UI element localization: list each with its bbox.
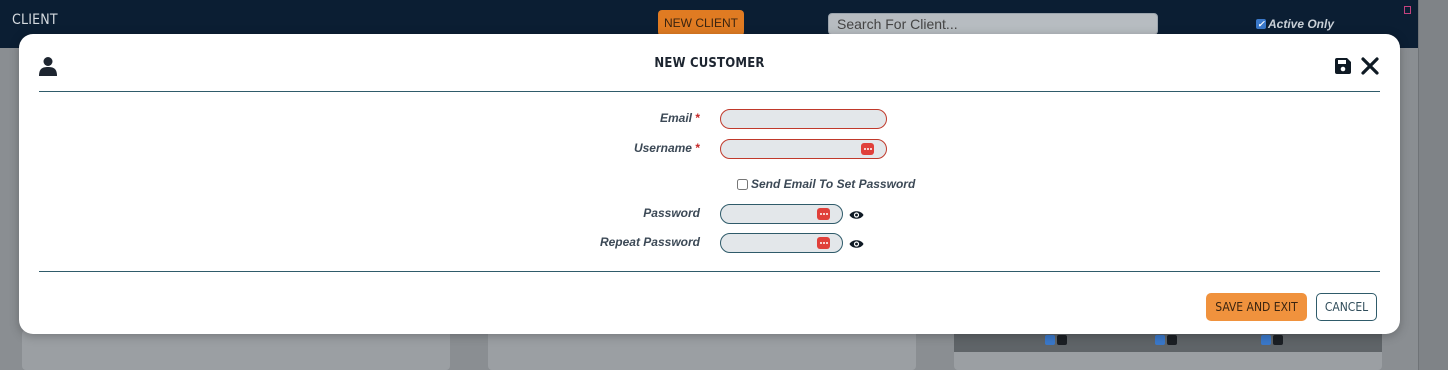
modal-header: NEW CUSTOMER <box>39 34 1380 92</box>
cancel-button[interactable]: CANCEL <box>1316 293 1377 321</box>
password-label-text: Password <box>643 206 700 220</box>
background-checkbox-group <box>1155 335 1181 345</box>
background-checkbox-group <box>1045 335 1071 345</box>
email-label-text: Email <box>659 111 692 125</box>
window-marker-icon <box>1404 6 1411 14</box>
new-client-button[interactable]: NEW CLIENT <box>658 10 744 36</box>
send-email-option[interactable]: Send Email To Set Password <box>737 177 915 191</box>
email-input[interactable] <box>721 110 886 128</box>
repeat-password-field[interactable] <box>720 233 843 253</box>
username-label-text: Username <box>633 141 692 155</box>
repeat-password-label-text: Repeat Password <box>599 235 700 249</box>
password-manager-icon[interactable] <box>817 237 830 249</box>
background-panel <box>22 330 450 370</box>
active-only-label: Active Only <box>1268 17 1335 31</box>
password-manager-icon[interactable] <box>817 208 830 220</box>
background-checkbox-group <box>1261 335 1287 345</box>
background-panel <box>488 330 916 370</box>
new-customer-modal: NEW CUSTOMER Email * Username * Send Ema… <box>19 34 1400 334</box>
close-icon[interactable] <box>1360 56 1380 76</box>
checkbox-checked-icon: ✓ <box>1256 19 1266 29</box>
username-field[interactable] <box>720 139 887 159</box>
save-and-exit-button[interactable]: SAVE AND EXIT <box>1206 293 1307 321</box>
scrollbar[interactable] <box>1418 0 1448 370</box>
email-label: Email * <box>480 111 700 125</box>
repeat-password-label: Repeat Password <box>480 235 700 249</box>
eye-icon[interactable] <box>849 238 864 250</box>
app-title: CLIENT <box>12 12 58 28</box>
required-mark: * <box>695 141 700 155</box>
required-mark: * <box>695 111 700 125</box>
eye-icon[interactable] <box>849 209 864 221</box>
footer-divider <box>39 271 1380 272</box>
password-field[interactable] <box>720 204 843 224</box>
search-input[interactable] <box>828 13 1158 35</box>
username-label: Username * <box>480 141 700 155</box>
password-manager-icon[interactable] <box>861 143 874 155</box>
send-email-label: Send Email To Set Password <box>751 177 916 191</box>
send-email-checkbox[interactable] <box>737 178 748 190</box>
save-icon[interactable] <box>1334 57 1352 75</box>
password-label: Password <box>480 206 700 220</box>
modal-title: NEW CUSTOMER <box>654 56 765 71</box>
active-only-toggle[interactable]: ✓ Active Only <box>1256 17 1334 31</box>
email-field[interactable] <box>720 109 887 129</box>
